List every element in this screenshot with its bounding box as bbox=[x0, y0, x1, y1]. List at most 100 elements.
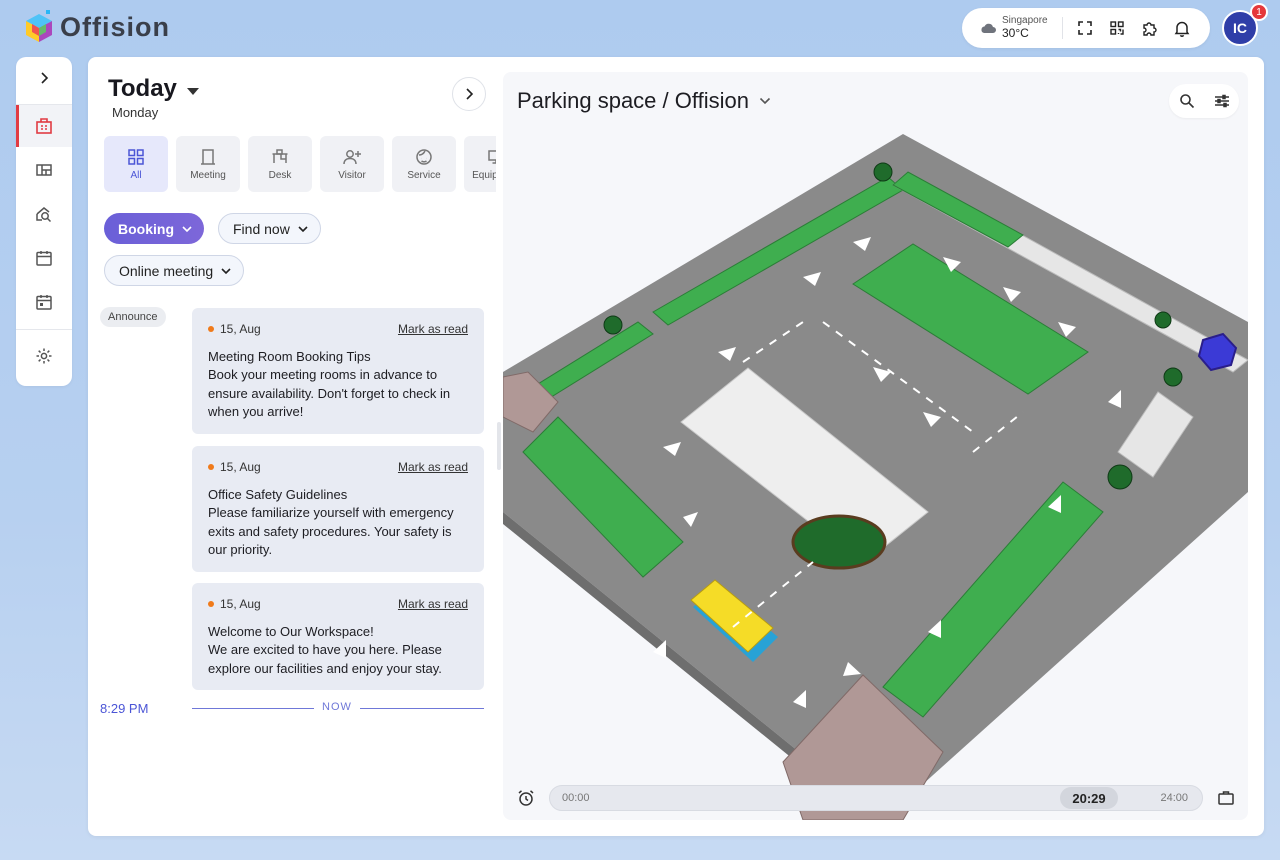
announcement-date: 15, Aug bbox=[220, 322, 261, 336]
side-nav bbox=[16, 57, 72, 386]
timeline-current-handle[interactable]: 20:29 bbox=[1060, 787, 1118, 809]
chevron-down-icon bbox=[759, 97, 771, 105]
center-planter bbox=[791, 514, 887, 570]
nav-item-find[interactable] bbox=[16, 193, 72, 235]
announcement-date: 15, Aug bbox=[220, 597, 261, 611]
category-meeting[interactable]: Meeting bbox=[176, 136, 240, 192]
filter-sliders-icon[interactable] bbox=[1214, 93, 1230, 109]
announcement-title: Meeting Room Booking Tips bbox=[208, 349, 371, 364]
category-visitor[interactable]: Visitor bbox=[320, 136, 384, 192]
map-location-selector[interactable]: Parking space / Offision bbox=[517, 88, 771, 114]
nav-item-floorplan[interactable] bbox=[16, 149, 72, 191]
category-equipment[interactable]: Equipment bbox=[464, 136, 496, 192]
search-icon[interactable] bbox=[1179, 93, 1195, 109]
briefcase-button[interactable] bbox=[1217, 789, 1235, 812]
category-label: Desk bbox=[268, 169, 292, 181]
nav-item-calendar[interactable] bbox=[16, 237, 72, 279]
panel-resize-handle[interactable] bbox=[497, 422, 501, 470]
fullscreen-button[interactable] bbox=[1069, 13, 1101, 43]
cloud-icon bbox=[981, 23, 996, 33]
parking-map-3d[interactable] bbox=[503, 72, 1248, 820]
floorplan-icon bbox=[36, 164, 52, 176]
plugins-button[interactable] bbox=[1133, 13, 1165, 43]
online-meeting-label: Online meeting bbox=[119, 262, 214, 279]
current-time: 8:29 PM bbox=[100, 701, 149, 716]
announcement-title: Welcome to Our Workspace! bbox=[208, 624, 374, 639]
monitor-icon bbox=[488, 149, 496, 164]
face-icon bbox=[416, 148, 432, 165]
unread-dot-icon bbox=[208, 601, 214, 607]
desk-icon bbox=[272, 148, 288, 163]
timeline-slider[interactable]: 00:00 20:29 24:00 bbox=[549, 785, 1203, 811]
timeline-start: 00:00 bbox=[562, 792, 590, 804]
qr-code-icon bbox=[1110, 21, 1124, 35]
calendar-icon bbox=[36, 251, 52, 266]
category-label: All bbox=[130, 169, 142, 181]
unread-dot-icon bbox=[208, 326, 214, 332]
find-now-label: Find now bbox=[233, 220, 290, 237]
chevron-right-icon bbox=[466, 88, 474, 100]
chevron-down-icon bbox=[298, 225, 308, 232]
announcement-body: We are excited to have you here. Please … bbox=[208, 642, 442, 676]
chevron-right-icon bbox=[41, 72, 49, 84]
mark-as-read-link[interactable]: Mark as read bbox=[398, 322, 468, 336]
bell-icon bbox=[1174, 21, 1190, 37]
page-title: Today bbox=[108, 75, 177, 102]
toolbar-divider bbox=[1061, 17, 1063, 39]
announcement-body: Book your meeting rooms in advance to en… bbox=[208, 367, 451, 419]
nav-expand-button[interactable] bbox=[16, 57, 72, 99]
timeline-end: 24:00 bbox=[1160, 792, 1188, 804]
map-title: Parking space / Offision bbox=[517, 88, 749, 113]
announcement-card[interactable]: 15, Aug Mark as read Office Safety Guide… bbox=[192, 446, 484, 572]
announcement-date: 15, Aug bbox=[220, 460, 261, 474]
booking-label: Booking bbox=[118, 220, 174, 237]
nav-item-dashboard[interactable] bbox=[16, 105, 72, 147]
app-logo[interactable]: Offision bbox=[24, 10, 170, 44]
weather-temp: 30°C bbox=[1002, 25, 1029, 40]
announcement-card[interactable]: 15, Aug Mark as read Welcome to Our Work… bbox=[192, 583, 484, 690]
chevron-down-icon bbox=[182, 225, 192, 232]
date-selector[interactable]: Today bbox=[108, 75, 199, 103]
app-name: Offision bbox=[60, 11, 170, 42]
main-panel: Today Monday All Meeting Desk Visitor Se… bbox=[88, 57, 1264, 836]
door-icon bbox=[201, 148, 215, 165]
top-toolbar: Singapore 30°C bbox=[962, 8, 1210, 48]
category-label: Meeting bbox=[190, 169, 226, 181]
category-service[interactable]: Service bbox=[392, 136, 456, 192]
puzzle-icon bbox=[1143, 21, 1157, 36]
nav-item-settings[interactable] bbox=[16, 335, 72, 377]
category-desk[interactable]: Desk bbox=[248, 136, 312, 192]
expand-panel-button[interactable] bbox=[452, 77, 486, 111]
caret-down-icon bbox=[186, 87, 199, 95]
parking-map-panel: Parking space / Offision 00:00 20:29 24:… bbox=[503, 72, 1248, 820]
notifications-button[interactable] bbox=[1166, 13, 1198, 43]
alarm-clock-icon bbox=[518, 790, 534, 806]
booking-dropdown[interactable]: Booking bbox=[104, 213, 204, 244]
announcement-body: Please familiarize yourself with emergen… bbox=[208, 505, 454, 557]
briefcase-icon bbox=[1218, 791, 1234, 805]
fullscreen-icon bbox=[1078, 21, 1092, 35]
category-label: Equipment bbox=[472, 169, 496, 181]
announcement-card[interactable]: 15, Aug Mark as read Meeting Room Bookin… bbox=[192, 308, 484, 434]
weather-widget[interactable]: Singapore 30°C bbox=[980, 16, 1062, 39]
search-location-icon bbox=[36, 207, 52, 223]
chevron-down-icon bbox=[221, 267, 231, 274]
nav-item-schedule[interactable] bbox=[16, 281, 72, 323]
gear-icon bbox=[36, 348, 52, 364]
find-now-dropdown[interactable]: Find now bbox=[218, 213, 321, 244]
notification-badge: 1 bbox=[1250, 3, 1268, 21]
online-meeting-dropdown[interactable]: Online meeting bbox=[104, 255, 245, 286]
alarm-button[interactable] bbox=[517, 789, 535, 812]
mark-as-read-link[interactable]: Mark as read bbox=[398, 460, 468, 474]
category-label: Service bbox=[407, 169, 441, 181]
unread-dot-icon bbox=[208, 464, 214, 470]
map-toolbar bbox=[1169, 84, 1239, 118]
calendar-check-icon bbox=[36, 295, 52, 310]
category-all[interactable]: All bbox=[104, 136, 168, 192]
add-person-icon bbox=[343, 149, 361, 164]
category-label: Visitor bbox=[338, 169, 366, 181]
mark-as-read-link[interactable]: Mark as read bbox=[398, 597, 468, 611]
qr-scan-button[interactable] bbox=[1101, 13, 1133, 43]
category-tabs: All Meeting Desk Visitor Service Equip bbox=[104, 136, 496, 192]
weekday-label: Monday bbox=[112, 105, 159, 120]
